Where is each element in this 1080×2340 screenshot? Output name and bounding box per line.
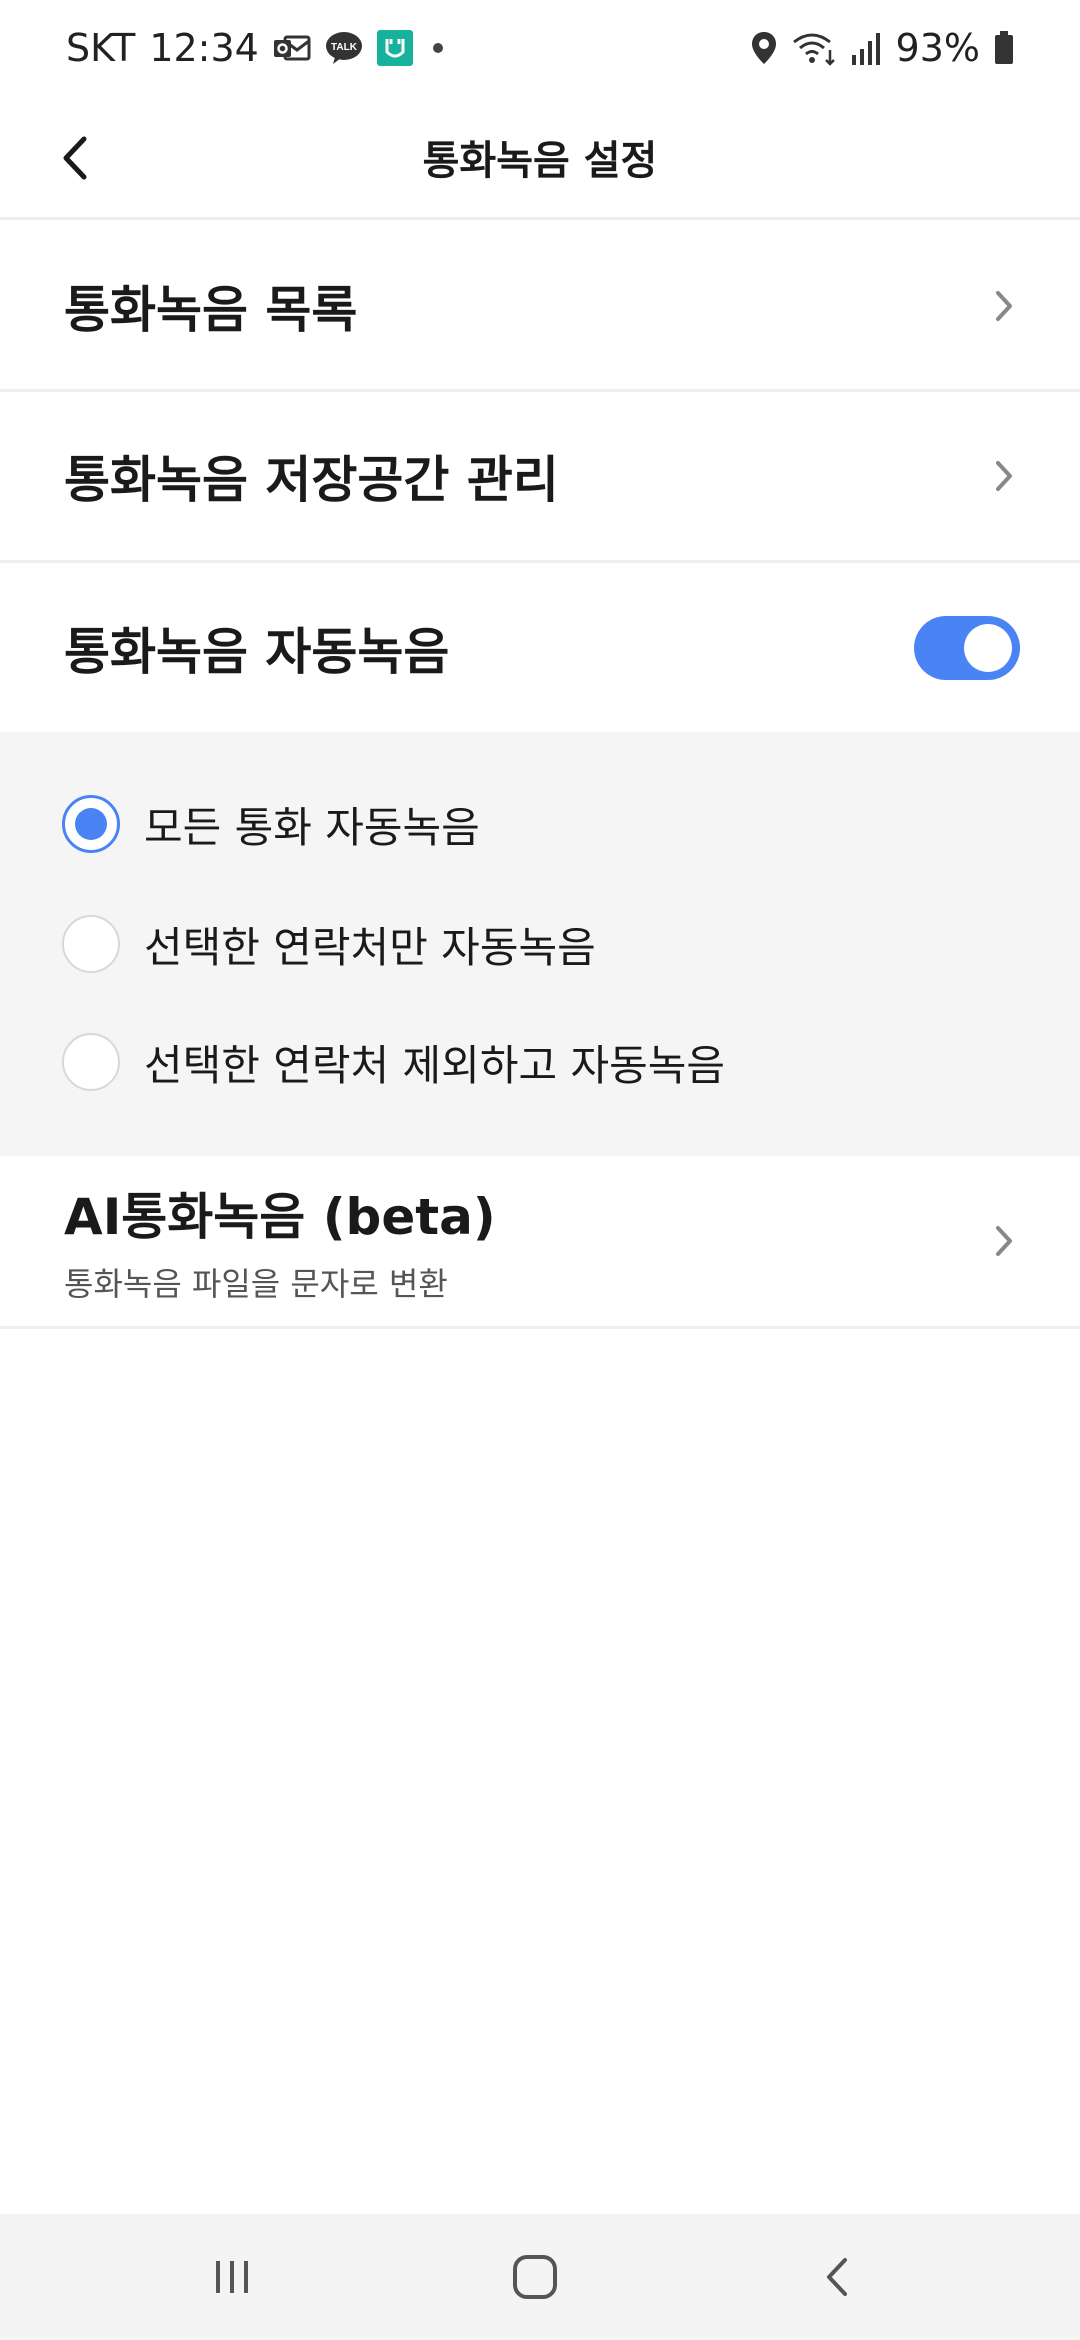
radio-button[interactable] [62, 915, 120, 973]
radio-label: 선택한 연락처 제외하고 자동녹음 [144, 1040, 726, 1090]
radio-selected-dot [75, 808, 107, 840]
call-recording-list-label: 통화녹음 목록 [64, 281, 358, 339]
radio-option-all-calls[interactable]: 모든 통화 자동녹음 [62, 792, 480, 856]
app-bar: 통화녹음 설정 [0, 96, 1080, 220]
auto-record-toggle[interactable] [914, 615, 1020, 680]
back-button[interactable] [36, 118, 116, 198]
radio-label: 선택한 연락처만 자동녹음 [144, 922, 596, 972]
back-icon[interactable] [802, 2242, 872, 2312]
kakaotalk-icon: TALK [325, 31, 363, 65]
location-icon [750, 30, 778, 66]
system-nav-bar [0, 2214, 1080, 2340]
battery-percent: 93% [895, 26, 980, 70]
ai-recording-subtitle: 통화녹음 파일을 문자로 변환 [64, 1265, 448, 1303]
ai-recording-text: AI통화녹음 (beta) 통화녹음 파일을 문자로 변환 [64, 1177, 496, 1305]
storage-management-row[interactable]: 통화녹음 저장공간 관리 [0, 392, 1080, 560]
kakaotalk-badge-text: TALK [331, 42, 358, 53]
radio-button[interactable] [62, 1033, 120, 1091]
carrier-label: SKT [66, 26, 136, 70]
status-left: SKT 12:34 TALK [66, 26, 443, 70]
miui-app-icon [376, 30, 413, 66]
auto-record-options-panel: 모든 통화 자동녹음 선택한 연락처만 자동녹음 선택한 연락처 제외하고 자동… [0, 732, 1080, 1156]
auto-record-label: 통화녹음 자동녹음 [64, 622, 450, 681]
recent-apps-icon[interactable] [197, 2242, 267, 2312]
chevron-left-icon [63, 136, 87, 180]
radio-button[interactable] [62, 795, 120, 853]
status-right: 93% [750, 26, 1014, 70]
wifi-icon [792, 30, 836, 66]
divider [0, 1326, 1080, 1329]
ai-recording-title: AI통화녹음 (beta) [64, 1188, 496, 1246]
chevron-right-icon [984, 1221, 1024, 1261]
ai-recording-row[interactable]: AI통화녹음 (beta) 통화녹음 파일을 문자로 변환 [0, 1156, 1080, 1326]
radio-option-selected-contacts[interactable]: 선택한 연락처만 자동녹음 [62, 912, 596, 976]
clock: 12:34 [149, 26, 259, 70]
call-recording-list-row[interactable]: 통화녹음 목록 [0, 222, 1080, 390]
toggle-knob [964, 623, 1012, 672]
outlook-icon [273, 33, 311, 63]
battery-icon [994, 31, 1014, 65]
page-title: 통화녹음 설정 [422, 137, 658, 184]
home-icon[interactable] [500, 2242, 570, 2312]
chevron-right-icon [984, 456, 1024, 496]
signal-icon [850, 31, 882, 65]
radio-label: 모든 통화 자동녹음 [144, 802, 480, 852]
status-bar: SKT 12:34 TALK 93% [0, 0, 1080, 96]
notification-dot [432, 43, 443, 53]
auto-record-row: 통화녹음 자동녹음 [0, 563, 1080, 732]
storage-management-label: 통화녹음 저장공간 관리 [64, 451, 559, 509]
chevron-right-icon [984, 286, 1024, 326]
radio-option-exclude-contacts[interactable]: 선택한 연락처 제외하고 자동녹음 [62, 1030, 725, 1094]
